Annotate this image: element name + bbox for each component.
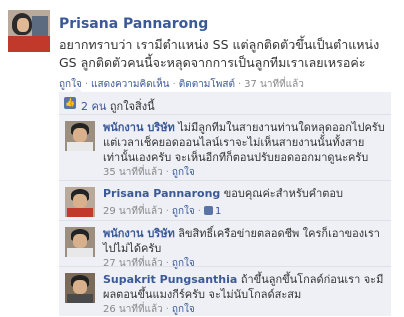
like-thumb-icon (203, 206, 213, 215)
comment-like-link[interactable]: ถูกใจ (172, 206, 195, 217)
post-follow-link[interactable]: ติดตามโพสต์ (179, 79, 235, 90)
comment-author[interactable]: Supakrit Pungsanthia (103, 273, 237, 286)
comment-item: พนักงาน บริษัท ลิขสิทธิ์เครือข่ายตลอดชีพ… (59, 220, 391, 269)
comment-item: Supakrit Pungsanthia ถ้าขึ้นลูกขึ้นโกลด์… (59, 266, 391, 317)
comment-item: Prisana Pannarong ขอบคุณค่ะสำหรับคำตอบ 2… (59, 180, 391, 221)
comment-author[interactable]: พนักงาน บริษัท (103, 121, 175, 134)
likes-summary-text: ถูกใจสิ่งนี้ (109, 100, 155, 113)
comment-author[interactable]: พนักงาน บริษัท (103, 227, 175, 240)
comment-timestamp: 29 นาทีที่แล้ว (103, 206, 163, 217)
comment-text: ขอบคุณค่ะสำหรับคำตอบ (223, 187, 344, 200)
post-comment-link[interactable]: แสดงความคิดเห็น (91, 79, 169, 90)
comment-like-link[interactable]: ถูกใจ (172, 167, 195, 178)
comment-author[interactable]: Prisana Pannarong (103, 187, 220, 200)
post-author-name[interactable]: Prisana Pannarong (59, 16, 208, 32)
comment-item: พนักงาน บริษัท ไม่มีลูกทีมในสายงานท่านใด… (59, 114, 391, 181)
post-timestamp: 37 นาทีที่แล้ว (244, 79, 304, 90)
post-author-avatar[interactable] (8, 10, 50, 52)
comment-timestamp: 26 นาทีที่แล้ว (103, 304, 163, 315)
post-actions: ถูกใจ · แสดงความคิดเห็น · ติดตามโพสต์ · 37 นาท… (59, 79, 304, 90)
comment-avatar[interactable] (65, 227, 95, 257)
like-thumb-icon: 👍 (64, 97, 76, 109)
comment-like-link[interactable]: ถูกใจ (172, 304, 195, 315)
likes-summary: 👍 2 คน ถูกใจสิ่งนี้ (59, 94, 391, 114)
comment-like-count[interactable]: 1 (203, 206, 221, 217)
comment-avatar[interactable] (65, 187, 95, 217)
post-text: อยากทราบว่า เรามีตำแหน่ง SS แต่ลูกติดตัว… (59, 37, 380, 70)
comment-avatar[interactable] (65, 273, 95, 303)
likes-count-link[interactable]: 2 คน (81, 100, 106, 113)
comment-timestamp: 35 นาทีที่แล้ว (103, 167, 163, 178)
comment-avatar[interactable] (65, 121, 95, 151)
